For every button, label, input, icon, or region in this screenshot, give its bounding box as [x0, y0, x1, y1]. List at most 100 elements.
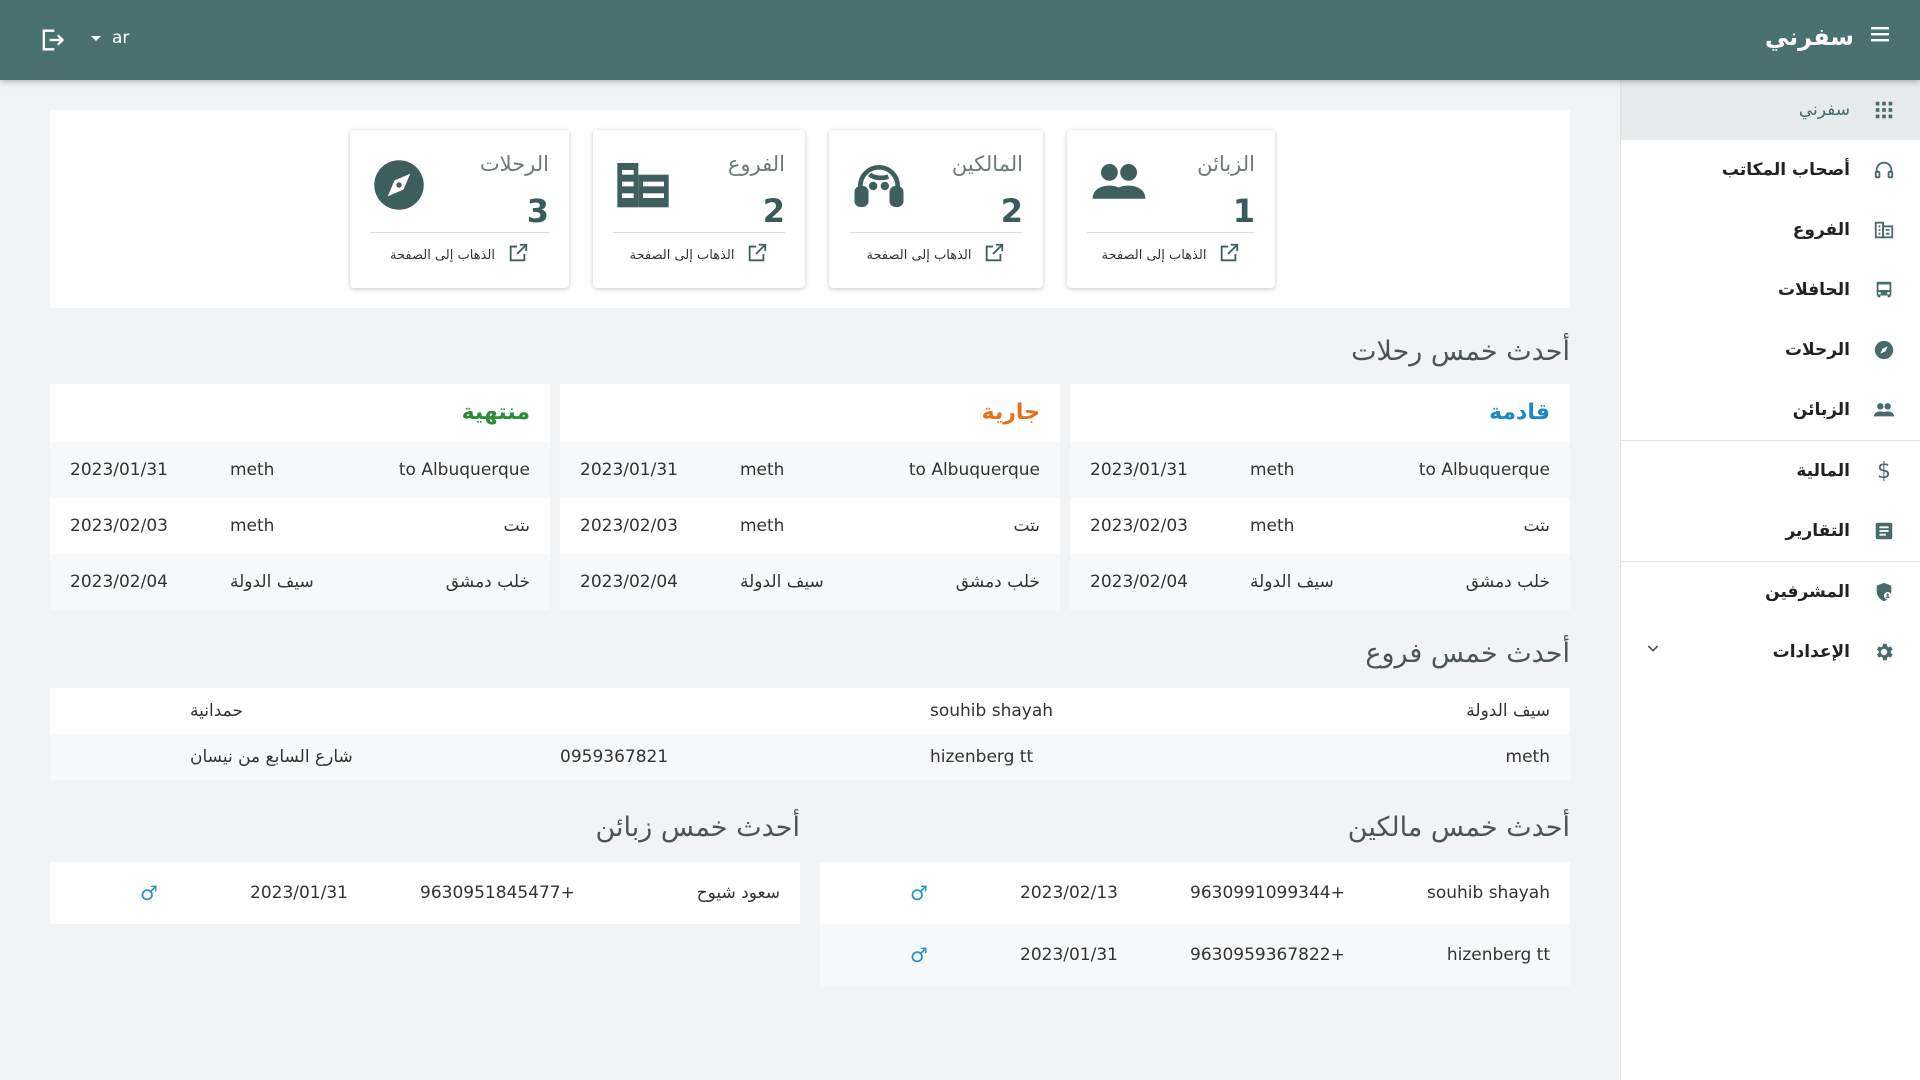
headset-icon	[851, 158, 907, 218]
customer-phone: +9630951845477	[420, 883, 575, 903]
sidebar-item-buses[interactable]: الحافلات	[1621, 260, 1920, 320]
stat-go-to-page-link[interactable]: الذهاب إلى الصفحة	[593, 242, 805, 268]
sidebar-item-label: الزبائن	[1792, 400, 1850, 420]
table-row[interactable]: سعود شيوح +9630951845477 2023/01/31 ♂	[50, 862, 800, 924]
trip-date: 2023/02/04	[580, 572, 678, 592]
sidebar-item-label: الرحلات	[1784, 340, 1850, 360]
stat-card-customers: الزبائن 1 الذهاب إلى الصفحة	[1067, 130, 1275, 288]
stat-link-label: الذهاب إلى الصفحة	[629, 247, 735, 263]
open-in-new-icon	[507, 242, 529, 268]
language-select[interactable]: ar	[90, 28, 129, 48]
stat-value: 3	[526, 192, 549, 230]
stat-link-label: الذهاب إلى الصفحة	[1101, 247, 1207, 263]
sidebar-item-reports[interactable]: التقارير	[1621, 501, 1920, 561]
trip-date: 2023/02/03	[70, 516, 168, 536]
document-icon	[1872, 519, 1896, 543]
customer-date: 2023/01/31	[250, 883, 348, 903]
stat-divider	[1087, 232, 1255, 233]
stat-go-to-page-link[interactable]: الذهاب إلى الصفحة	[350, 242, 569, 268]
menu-icon[interactable]	[1868, 22, 1892, 52]
trip-branch: سيف الدولة	[1250, 572, 1334, 592]
sidebar-item-label: الحافلات	[1778, 280, 1850, 300]
table-row[interactable]: hizenberg tt +9630959367822 2023/01/31 ♂	[820, 924, 1570, 986]
trip-card-title: منتهية	[461, 400, 530, 425]
admin-shield-icon	[1872, 580, 1896, 604]
table-row[interactable]: ىتت meth 2023/02/03	[50, 498, 550, 554]
sidebar-item-office-owners[interactable]: أصحاب المكاتب	[1621, 140, 1920, 200]
branch-address: شارع السابع من نيسان	[190, 747, 353, 767]
trip-name: ىتت	[1013, 516, 1040, 536]
stat-value: 2	[1000, 192, 1023, 230]
trip-name: خلب دمشق	[445, 572, 530, 592]
trip-date: 2023/02/03	[1090, 516, 1188, 536]
trips-cards: قادمة to Albuquerque meth 2023/01/31 ىتت me…	[50, 384, 1570, 610]
people-icon	[1089, 158, 1149, 210]
table-row[interactable]: خلب دمشق سيف الدولة 2023/02/04	[560, 554, 1060, 610]
stat-label: الفروع	[727, 152, 785, 176]
owner-name: souhib shayah	[1426, 883, 1550, 903]
main-content: الزبائن 1 الذهاب إلى الصفحة المالكين 2 ا…	[50, 110, 1570, 986]
sidebar: سفرني أصحاب المكاتب الفروع الحافلات الرح…	[1620, 80, 1920, 1080]
logout-icon[interactable]	[38, 26, 66, 54]
trip-card-upcoming: قادمة to Albuquerque meth 2023/01/31 ىتت me…	[1070, 384, 1570, 610]
owners-table: souhib shayah +9630991099344 2023/02/13 …	[820, 862, 1570, 986]
chevron-down-icon[interactable]	[1645, 640, 1661, 661]
stat-label: الرحلات	[479, 152, 549, 176]
stat-label: الزبائن	[1197, 152, 1255, 176]
sidebar-item-settings[interactable]: الإعدادات	[1621, 622, 1920, 682]
trip-branch: سيف الدولة	[740, 572, 824, 592]
people-icon	[1872, 398, 1896, 422]
branch-owner: hizenberg tt	[930, 747, 1034, 767]
owner-date: 2023/01/31	[1020, 945, 1118, 965]
open-in-new-icon	[746, 242, 768, 268]
trip-name: خلب دمشق	[955, 572, 1040, 592]
stats-panel: الزبائن 1 الذهاب إلى الصفحة المالكين 2 ا…	[50, 110, 1570, 308]
sidebar-item-supervisors[interactable]: المشرفين	[1621, 562, 1920, 622]
trip-date: 2023/01/31	[580, 460, 678, 480]
stat-card-branches: الفروع 2 الذهاب إلى الصفحة	[593, 130, 805, 288]
male-icon: ♂	[910, 943, 928, 967]
open-in-new-icon	[1218, 242, 1240, 268]
sidebar-item-home[interactable]: سفرني	[1621, 80, 1920, 140]
table-row[interactable]: to Albuquerque meth 2023/01/31	[560, 442, 1060, 498]
stat-go-to-page-link[interactable]: الذهاب إلى الصفحة	[829, 242, 1043, 268]
table-row[interactable]: خلب دمشق سيف الدولة 2023/02/04	[50, 554, 550, 610]
sidebar-item-trips[interactable]: الرحلات	[1621, 320, 1920, 380]
stat-label: المالكين	[951, 152, 1023, 176]
owner-phone: +9630959367822	[1190, 945, 1345, 965]
male-icon: ♂	[910, 881, 928, 905]
app-brand: سفرني	[1765, 22, 1892, 52]
trip-branch: meth	[230, 516, 275, 536]
stat-link-label: الذهاب إلى الصفحة	[390, 247, 495, 263]
table-row[interactable]: souhib shayah +9630991099344 2023/02/13 …	[820, 862, 1570, 924]
sidebar-item-label: التقارير	[1785, 521, 1850, 541]
sidebar-item-branches[interactable]: الفروع	[1621, 200, 1920, 260]
table-row[interactable]: to Albuquerque meth 2023/01/31	[1070, 442, 1570, 498]
owner-date: 2023/02/13	[1020, 883, 1118, 903]
sidebar-item-label: المشرفين	[1765, 582, 1850, 602]
headset-icon	[1872, 158, 1896, 182]
sidebar-item-customers[interactable]: الزبائن	[1621, 380, 1920, 440]
top-app-bar: ar سفرني	[0, 0, 1920, 80]
language-value: ar	[112, 28, 130, 48]
bus-icon	[1872, 278, 1896, 302]
customers-section: أحدث خمس زبائن سعود شيوح +9630951845477 …	[50, 784, 800, 986]
table-row[interactable]: ىتت meth 2023/02/03	[560, 498, 1060, 554]
trip-branch: meth	[1250, 460, 1295, 480]
stat-go-to-page-link[interactable]: الذهاب إلى الصفحة	[1067, 242, 1275, 268]
trip-name: ىتت	[503, 516, 530, 536]
trip-card-title: قادمة	[1489, 400, 1550, 425]
table-row[interactable]: to Albuquerque meth 2023/01/31	[50, 442, 550, 498]
table-row[interactable]: ىتت meth 2023/02/03	[1070, 498, 1570, 554]
customers-table: سعود شيوح +9630951845477 2023/01/31 ♂	[50, 862, 800, 924]
trip-date: 2023/02/03	[580, 516, 678, 536]
table-row[interactable]: meth hizenberg tt 0959367821 شارع السابع…	[50, 734, 1570, 780]
table-row[interactable]: خلب دمشق سيف الدولة 2023/02/04	[1070, 554, 1570, 610]
table-row[interactable]: سيف الدولة souhib shayah حمدانية	[50, 688, 1570, 734]
owner-phone: +9630991099344	[1190, 883, 1345, 903]
sidebar-item-label: الإعدادات	[1772, 642, 1850, 662]
branch-phone: 0959367821	[560, 747, 669, 767]
sidebar-item-finance[interactable]: $ المالية	[1621, 441, 1920, 501]
sidebar-item-label: الفروع	[1792, 220, 1850, 240]
trip-card-ongoing: جارية to Albuquerque meth 2023/01/31 ىتت me…	[560, 384, 1060, 610]
